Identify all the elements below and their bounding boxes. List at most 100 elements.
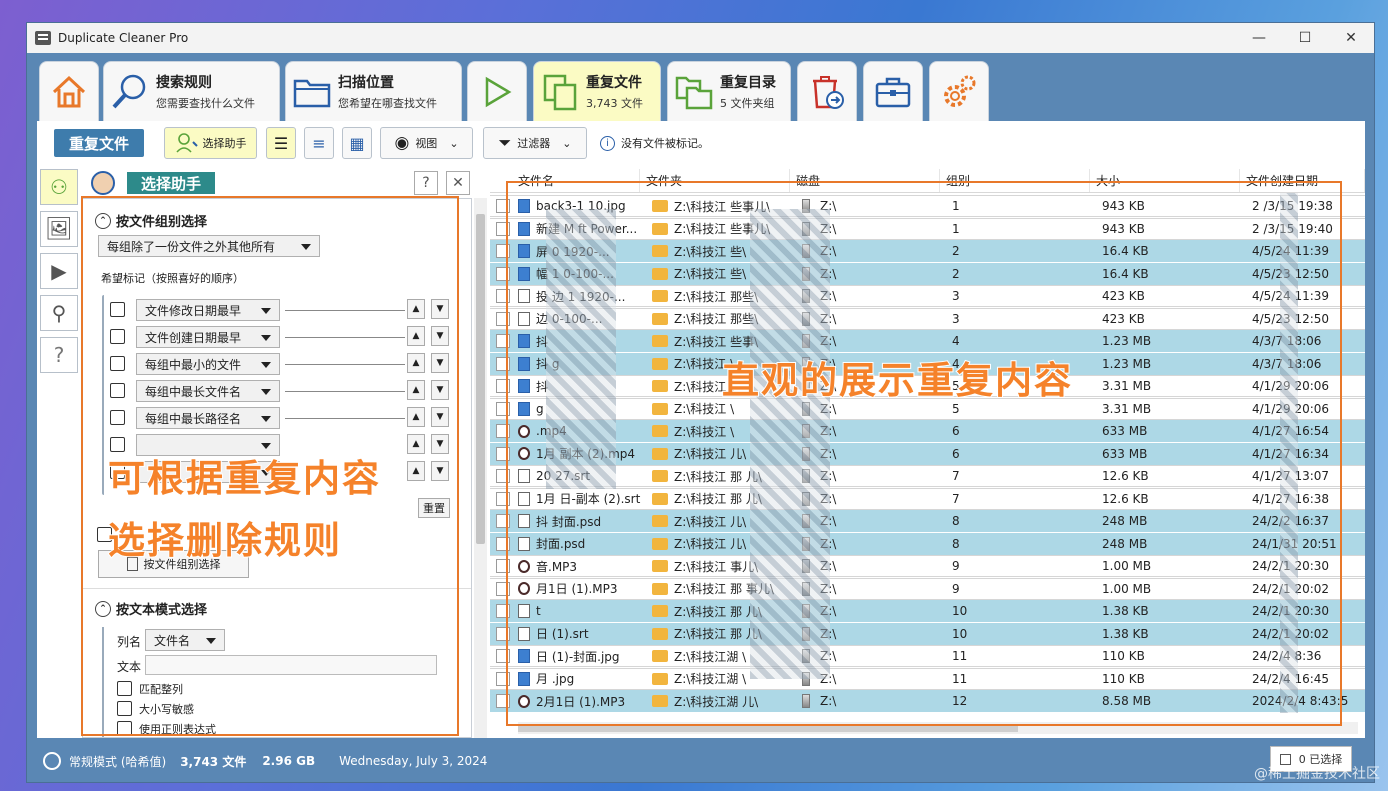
table-row[interactable]: g Z:\科技江 \ Z:\ 5 3.31 MB 4/1/29 20:06	[490, 397, 1365, 420]
column-header-created[interactable]: 文件创建日期	[1240, 169, 1365, 192]
row-checkbox[interactable]	[496, 289, 510, 303]
selection-assistant-button[interactable]: 选择助手	[164, 127, 257, 159]
scroll-thumb[interactable]	[518, 724, 1018, 732]
row-checkbox[interactable]	[496, 311, 510, 326]
table-row[interactable]: back3-1 10.jpg Z:\科技江 些事儿\ Z:\ 1 943 KB …	[490, 195, 1365, 217]
tab-duplicate-folders[interactable]: 重复目录 5 文件夹组	[667, 61, 791, 121]
row-checkbox[interactable]	[496, 401, 510, 416]
row-checkbox[interactable]	[496, 536, 510, 551]
grid-horizontal-scrollbar[interactable]	[518, 722, 1358, 734]
row-checkbox[interactable]	[496, 266, 510, 281]
view-dropdown[interactable]: ◉ 视图 ⌄	[380, 127, 473, 159]
row-checkbox[interactable]	[496, 559, 510, 573]
move-down-button[interactable]: ▼	[431, 353, 449, 373]
group-section-header[interactable]: ⌃ 按文件组别选择	[95, 211, 207, 230]
row-checkbox[interactable]	[496, 694, 510, 708]
table-row[interactable]: 1月 日-副本 (2).srt Z:\科技江 那 儿\ Z:\ 7 12.6 K…	[490, 487, 1365, 510]
table-row[interactable]: 抖 g Z:\科技江 \ Z:\ 4 1.23 MB 4/3/7 18:06	[490, 352, 1365, 375]
rule-checkbox[interactable]	[110, 410, 125, 425]
move-up-button[interactable]: ▲	[407, 380, 425, 400]
table-row[interactable]: 音.MP3 Z:\科技江 事儿\ Z:\ 9 1.00 MB 24/2/1 20…	[490, 555, 1365, 577]
row-checkbox[interactable]	[496, 581, 510, 596]
table-row[interactable]: 2月1日 (1).MP3 Z:\科技江湖 儿\ Z:\ 12 8.58 MB 2…	[490, 690, 1365, 712]
table-row[interactable]: 新建 M ft Power... Z:\科技江 些事儿\ Z:\ 1 943 K…	[490, 217, 1365, 240]
move-down-button[interactable]: ▼	[431, 380, 449, 400]
move-up-button[interactable]: ▲	[407, 299, 425, 319]
close-panel-button[interactable]: ✕	[446, 171, 470, 195]
move-up-button[interactable]: ▲	[407, 353, 425, 373]
row-checkbox[interactable]	[496, 491, 510, 506]
table-row[interactable]: 封面.psd Z:\科技江 儿\ Z:\ 8 248 MB 24/1/31 20…	[490, 532, 1365, 555]
tab-file-removal[interactable]	[797, 61, 857, 121]
row-checkbox[interactable]	[496, 649, 510, 663]
search-side-button[interactable]: ⚲	[40, 295, 78, 331]
table-row[interactable]: t Z:\科技江 那 儿\ Z:\ 10 1.38 KB 24/2/1 20:3…	[490, 600, 1365, 622]
move-up-button[interactable]: ▲	[407, 461, 425, 481]
rule-dropdown[interactable]	[136, 434, 280, 456]
table-row[interactable]: 日 (1).srt Z:\科技江 那 儿\ Z:\ 10 1.38 KB 24/…	[490, 622, 1365, 645]
rule-dropdown[interactable]: 文件修改日期最早	[136, 299, 280, 321]
table-row[interactable]: 抖 封面.psd Z:\科技江 儿\ Z:\ 8 248 MB 24/2/2 1…	[490, 510, 1365, 532]
tab-scan-location[interactable]: 扫描位置 您希望在哪查找文件	[285, 61, 462, 121]
table-row[interactable]: 日 (1)-封面.jpg Z:\科技江湖 \ Z:\ 11 110 KB 24/…	[490, 645, 1365, 667]
details-view-button[interactable]: ☰	[266, 127, 296, 159]
column-dropdown[interactable]: 文件名	[145, 629, 225, 651]
row-checkbox[interactable]	[496, 424, 510, 438]
rule-dropdown[interactable]	[136, 461, 280, 483]
row-checkbox[interactable]	[496, 626, 510, 641]
row-checkbox[interactable]	[496, 514, 510, 528]
rule-checkbox[interactable]	[110, 383, 125, 398]
column-header-size[interactable]: 大小	[1090, 169, 1240, 192]
tab-run-scan[interactable]	[467, 61, 527, 121]
group-mode-dropdown[interactable]: 每组除了一份文件之外其他所有	[98, 235, 320, 257]
grid-view-button[interactable]: ▦	[342, 127, 372, 159]
table-row[interactable]: 月 .jpg Z:\科技江湖 \ Z:\ 11 110 KB 24/2/4 16…	[490, 667, 1365, 690]
column-header-filename[interactable]: 文件名	[490, 169, 640, 192]
row-checkbox[interactable]	[496, 199, 510, 213]
reset-button[interactable]: 重置	[418, 498, 450, 518]
row-checkbox[interactable]	[496, 446, 510, 461]
table-row[interactable]: 投 边 1 1920-... Z:\科技江 那些\ Z:\ 3 423 KB 4…	[490, 285, 1365, 307]
minimize-button[interactable]: —	[1236, 23, 1282, 53]
selection-assistant-side-button[interactable]: ⚇	[40, 169, 78, 205]
column-header-group[interactable]: 组别	[940, 169, 1090, 192]
table-row[interactable]: 抖 Z:\科技江 \ Z:\ 5 3.31 MB 4/1/29 20:06	[490, 375, 1365, 397]
move-down-button[interactable]: ▼	[431, 434, 449, 454]
tab-search-rules[interactable]: 搜索规则 您需要查找什么文件	[103, 61, 280, 121]
table-row[interactable]: 屏 0 1920-... Z:\科技江 些\ Z:\ 2 16.4 KB 4/5…	[490, 240, 1365, 262]
row-checkbox[interactable]	[496, 379, 510, 393]
tab-home[interactable]	[39, 61, 99, 121]
row-checkbox[interactable]	[496, 671, 510, 686]
maximize-button[interactable]: ☐	[1282, 23, 1328, 53]
rule-dropdown[interactable]: 每组中最小的文件	[136, 353, 280, 375]
row-checkbox[interactable]	[496, 244, 510, 258]
regex-checkbox[interactable]	[117, 721, 132, 736]
filter-dropdown[interactable]: ⏷ 过滤器 ⌄	[483, 127, 587, 159]
image-preview-button[interactable]: 🖼	[40, 211, 78, 247]
help-side-button[interactable]: ?	[40, 337, 78, 373]
list-view-button[interactable]: ≡	[304, 127, 334, 159]
rule-dropdown[interactable]: 文件创建日期最早	[136, 326, 280, 348]
row-checkbox[interactable]	[496, 334, 510, 348]
table-row[interactable]: 抖 Z:\科技江 些事\ Z:\ 4 1.23 MB 4/3/7 18:06	[490, 330, 1365, 352]
table-row[interactable]: 1月 副本 (2).mp4 Z:\科技江 儿\ Z:\ 6 633 MB 4/1…	[490, 442, 1365, 465]
rule-dropdown[interactable]: 每组中最长文件名	[136, 380, 280, 402]
column-header-disk[interactable]: 磁盘	[790, 169, 940, 192]
apply-group-select-button[interactable]: 按文件组别选择	[98, 550, 249, 578]
move-up-button[interactable]: ▲	[407, 407, 425, 427]
help-button[interactable]: ?	[414, 171, 438, 195]
rule-checkbox[interactable]	[110, 356, 125, 371]
table-row[interactable]: 20 27.srt Z:\科技江 那 儿\ Z:\ 7 12.6 KB 4/1/…	[490, 465, 1365, 487]
table-row[interactable]: 幅 1 0-100-... Z:\科技江 些\ Z:\ 2 16.4 KB 4/…	[490, 262, 1365, 285]
text-pattern-input[interactable]	[145, 655, 437, 675]
row-checkbox[interactable]	[496, 469, 510, 483]
case-sensitive-checkbox[interactable]	[117, 701, 132, 716]
row-checkbox[interactable]	[496, 604, 510, 618]
move-down-button[interactable]: ▼	[431, 461, 449, 481]
move-down-button[interactable]: ▼	[431, 299, 449, 319]
panel-scrollbar[interactable]	[474, 198, 487, 738]
tab-tools[interactable]	[863, 61, 923, 121]
duplicate-files-button[interactable]: 重复文件	[54, 129, 144, 157]
rule-checkbox[interactable]	[110, 302, 125, 317]
table-row[interactable]: 边 0-100-... Z:\科技江 那些\ Z:\ 3 423 KB 4/5/…	[490, 307, 1365, 330]
